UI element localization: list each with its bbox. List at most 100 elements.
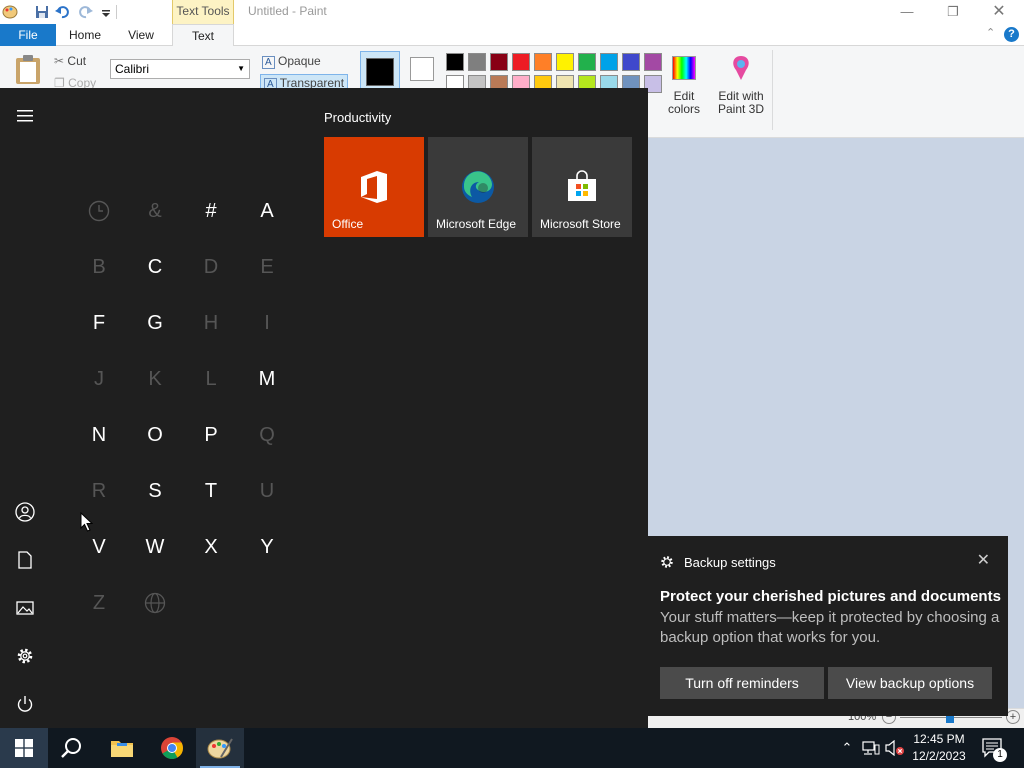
edge-icon xyxy=(462,171,494,203)
globe-icon xyxy=(131,579,179,627)
search-button[interactable] xyxy=(48,728,96,768)
edit-colors-button[interactable]: Edit colors xyxy=(660,90,708,116)
palette-color-swatch[interactable] xyxy=(534,53,552,71)
zoom-in-icon[interactable]: + xyxy=(1006,710,1020,724)
tile-microsoft-store[interactable]: Microsoft Store xyxy=(532,137,632,237)
clock-date: 12/2/2023 xyxy=(912,749,966,763)
mouse-cursor-icon xyxy=(80,512,93,532)
palette-color-swatch[interactable] xyxy=(556,53,574,71)
tab-home[interactable]: Home xyxy=(60,24,110,46)
recent-clock-icon xyxy=(75,187,123,235)
help-icon[interactable]: ? xyxy=(1004,27,1019,42)
letter-index-hash[interactable]: # xyxy=(187,187,235,235)
paste-icon[interactable] xyxy=(14,54,42,84)
maximize-button[interactable]: ❐ xyxy=(930,2,976,22)
customize-quick-access-icon[interactable] xyxy=(98,5,114,19)
tab-view[interactable]: View xyxy=(118,24,164,46)
letter-index-c[interactable]: C xyxy=(131,243,179,291)
cut-button[interactable]: ✂ Cut xyxy=(54,54,86,68)
tile-office[interactable]: Office xyxy=(324,137,424,237)
collapse-ribbon-icon[interactable]: ⌃ xyxy=(986,26,995,39)
opaque-option[interactable]: A Opaque xyxy=(262,54,321,69)
show-hidden-icons-button[interactable]: ⌃ xyxy=(836,728,858,768)
letter-index-n[interactable]: N xyxy=(75,411,123,459)
letter-index-y[interactable]: Y xyxy=(243,523,291,571)
font-family-select[interactable]: Calibri ▼ xyxy=(110,59,250,79)
tile-label: Microsoft Edge xyxy=(436,217,517,231)
letter-index-m[interactable]: M xyxy=(243,355,291,403)
edit-colors-icon[interactable] xyxy=(672,56,696,80)
settings-button[interactable] xyxy=(0,632,50,680)
tile-microsoft-edge[interactable]: Microsoft Edge xyxy=(428,137,528,237)
separator xyxy=(116,5,117,19)
start-button[interactable] xyxy=(0,728,48,768)
gear-icon xyxy=(661,556,673,568)
paint-taskbar-button[interactable] xyxy=(196,728,244,768)
palette-color-swatch[interactable] xyxy=(446,53,464,71)
documents-button[interactable] xyxy=(0,536,50,584)
letter-index-p[interactable]: P xyxy=(187,411,235,459)
color1-swatch xyxy=(366,58,394,86)
expand-menu-button[interactable] xyxy=(0,92,50,140)
palette-color-swatch[interactable] xyxy=(578,53,596,71)
edit-with-paint3d-button[interactable]: Edit with Paint 3D xyxy=(712,90,770,116)
letter-index-h: H xyxy=(203,311,219,334)
letter-index-s[interactable]: S xyxy=(131,467,179,515)
paint-icon xyxy=(207,738,233,759)
turn-off-reminders-button[interactable]: Turn off reminders xyxy=(660,667,824,699)
letter-index-t[interactable]: T xyxy=(187,467,235,515)
tile-group-title: Productivity xyxy=(324,110,392,125)
color1-selector[interactable] xyxy=(360,51,400,91)
folder-icon xyxy=(111,741,133,757)
undo-icon[interactable] xyxy=(55,5,71,19)
network-button[interactable] xyxy=(860,728,882,768)
chrome-icon xyxy=(161,737,183,759)
taskbar: ⌃ 12:45 PM 12/2/2023 1 xyxy=(0,728,1024,768)
letter-index-a[interactable]: A xyxy=(243,187,291,235)
letter-index-l: L xyxy=(205,367,217,390)
pictures-button[interactable] xyxy=(0,584,50,632)
close-button[interactable]: ✕ xyxy=(976,2,1022,22)
letter-index-o[interactable]: O xyxy=(131,411,179,459)
palette-color-swatch[interactable] xyxy=(468,53,486,71)
system-clock[interactable]: 12:45 PM 12/2/2023 xyxy=(906,731,972,765)
save-icon[interactable] xyxy=(34,5,50,19)
tab-file[interactable]: File xyxy=(0,24,56,46)
letter-index-g[interactable]: G xyxy=(131,299,179,347)
color2-swatch[interactable] xyxy=(410,57,434,81)
user-account-button[interactable] xyxy=(0,488,50,536)
palette-color-swatch[interactable] xyxy=(622,53,640,71)
letter-index-e: E xyxy=(260,255,274,278)
letter-index-f[interactable]: F xyxy=(75,299,123,347)
backup-notification[interactable]: Backup settings ✕ Protect your cherished… xyxy=(648,536,1008,716)
search-icon xyxy=(61,738,81,758)
palette-color-swatch[interactable] xyxy=(644,53,662,71)
opaque-icon: A xyxy=(262,56,275,69)
redo-icon[interactable] xyxy=(77,5,93,19)
letter-index-q: Q xyxy=(259,423,275,446)
minimize-button[interactable]: — xyxy=(884,2,930,22)
palette-color-swatch[interactable] xyxy=(490,53,508,71)
user-icon xyxy=(15,502,35,522)
office-icon xyxy=(361,171,387,203)
file-explorer-button[interactable] xyxy=(98,728,146,768)
close-icon[interactable]: ✕ xyxy=(977,550,990,570)
letter-index-x[interactable]: X xyxy=(187,523,235,571)
chrome-button[interactable] xyxy=(148,728,196,768)
paint3d-icon[interactable] xyxy=(728,54,754,82)
action-center-button[interactable]: 1 xyxy=(978,728,1008,768)
windows-logo-icon xyxy=(15,739,33,757)
palette-color-swatch[interactable] xyxy=(512,53,530,71)
letter-index-z: Z xyxy=(92,591,106,614)
gear-icon xyxy=(17,648,33,664)
tab-text[interactable]: Text xyxy=(172,24,234,47)
volume-button[interactable] xyxy=(884,728,906,768)
chevron-up-icon: ⌃ xyxy=(841,740,853,755)
palette-color-swatch[interactable] xyxy=(600,53,618,71)
letter-index-k: K xyxy=(148,367,162,390)
hamburger-icon xyxy=(17,110,33,122)
power-button[interactable] xyxy=(0,680,50,728)
view-backup-options-button[interactable]: View backup options xyxy=(828,667,992,699)
letter-index-w[interactable]: W xyxy=(131,523,179,571)
document-icon xyxy=(18,551,32,569)
